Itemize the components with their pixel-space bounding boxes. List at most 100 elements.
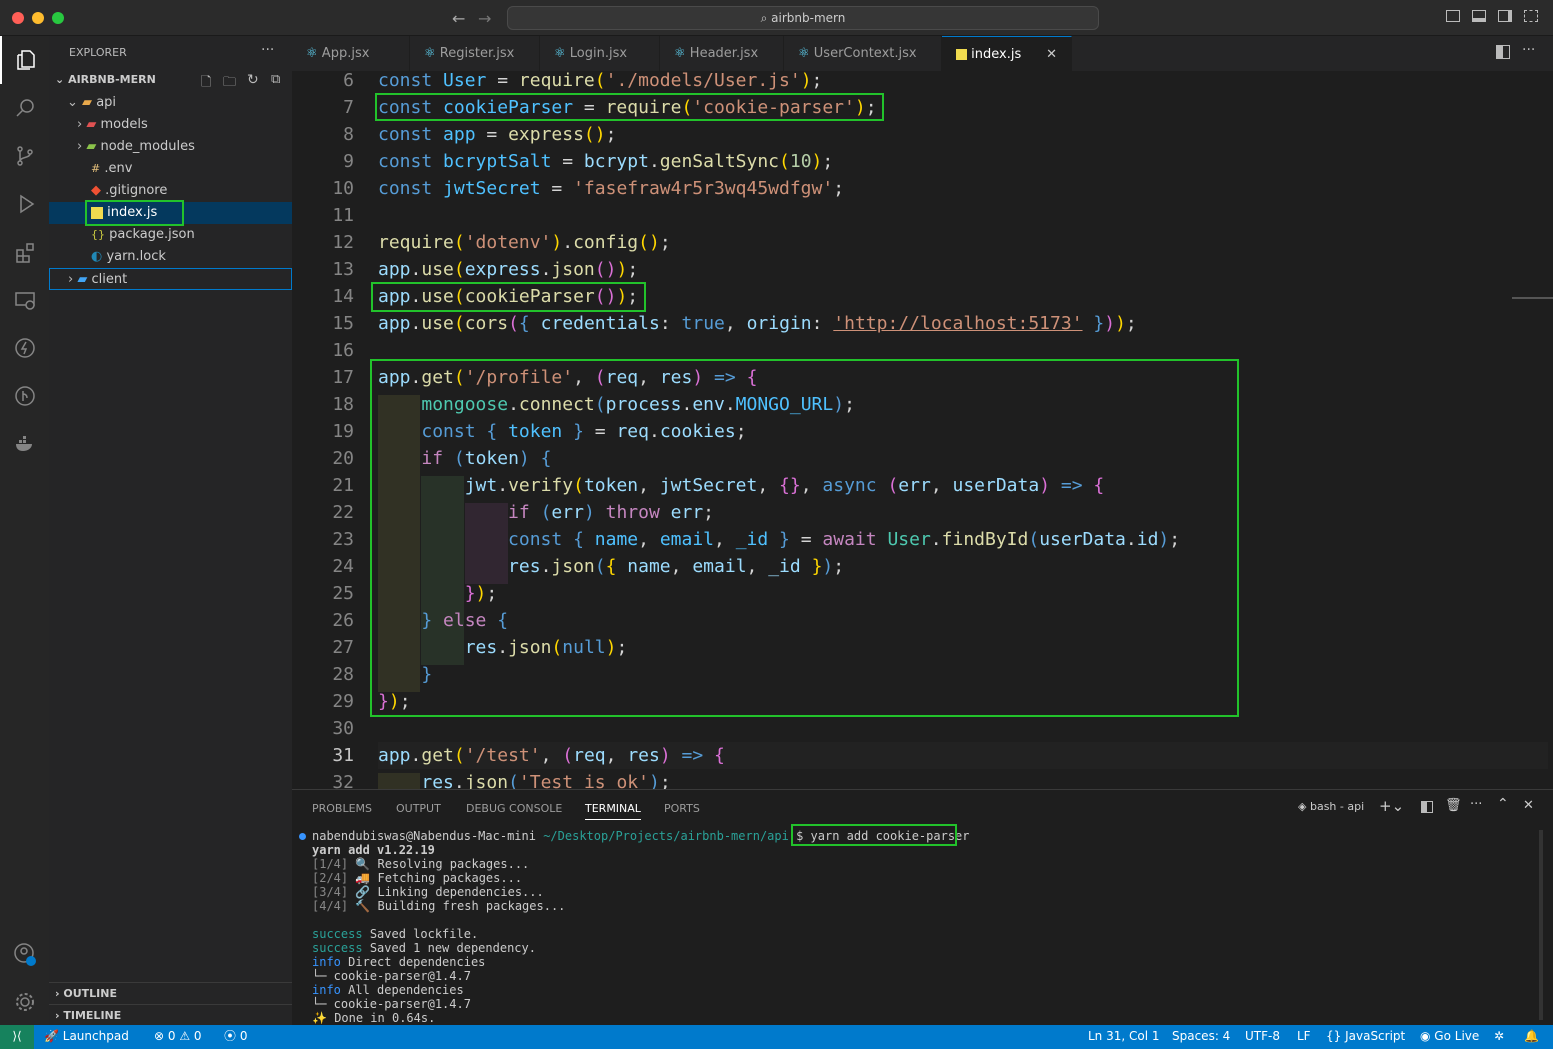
more-actions-icon[interactable]: ··· <box>261 42 274 58</box>
outline-section[interactable]: › OUTLINE <box>49 982 292 1004</box>
line-number: 21 <box>332 475 354 496</box>
minimize-window-button[interactable] <box>32 12 44 24</box>
code-line: const User = require('./models/User.js')… <box>378 71 823 91</box>
tab-usercontext-jsx[interactable]: ⚛ UserContext.jsx <box>784 36 942 71</box>
language-mode[interactable]: {} JavaScript <box>1326 1025 1405 1047</box>
copilot-icon[interactable]: ✲ <box>1494 1025 1504 1047</box>
code-line: const { token } = req.cookies; <box>421 421 747 442</box>
terminal-selector[interactable]: ◈ bash - api <box>1298 800 1364 813</box>
js-file-icon <box>91 206 103 219</box>
code-editor[interactable]: 6 7 8 9 10 11 12 13 14 15 16 17 18 19 20 21 22 23 24 25 26 27… <box>292 71 1553 789</box>
file-index-js[interactable]: index.js <box>49 202 292 224</box>
remote-indicator-icon[interactable]: ⟩⟨ <box>0 1025 34 1049</box>
line-number: 15 <box>332 313 354 334</box>
timeline-section[interactable]: › TIMELINE <box>49 1004 292 1026</box>
close-panel-icon[interactable]: ✕ <box>1523 798 1534 813</box>
tree-label: .gitignore <box>105 183 168 198</box>
tree-label: node_modules <box>100 139 195 154</box>
terminal-scrollbar[interactable] <box>1539 830 1543 1020</box>
code-line-current: app.get('/test', (req, res) => { <box>378 742 1548 769</box>
code-line: const cookieParser = require('cookie-par… <box>378 97 877 118</box>
ports-indicator[interactable]: ⦿ 0 <box>224 1025 247 1047</box>
tab-header-jsx[interactable]: ⚛ Header.jsx <box>660 36 784 71</box>
step-text: Fetching packages... <box>377 871 523 885</box>
customize-layout-icon[interactable] <box>1524 10 1538 22</box>
run-debug-icon[interactable] <box>0 180 49 228</box>
trash-icon[interactable]: 🗑 <box>1445 798 1462 813</box>
file-package-json[interactable]: {} package.json <box>49 224 292 246</box>
tab-login-jsx[interactable]: ⚛ Login.jsx <box>540 36 660 71</box>
more-actions-icon[interactable]: ··· <box>1522 42 1535 58</box>
maximize-panel-icon[interactable]: ⌃ <box>1497 796 1509 812</box>
toggle-secondary-sidebar-icon[interactable] <box>1498 10 1512 22</box>
back-arrow-icon[interactable]: ← <box>452 9 465 28</box>
tab-app-jsx[interactable]: ⚛ App.jsx <box>292 36 410 71</box>
line-text: Done in 0.64s. <box>334 1011 436 1025</box>
ports-count: 0 <box>239 1029 248 1043</box>
extensions-icon[interactable] <box>0 228 49 276</box>
collapse-all-icon[interactable]: ⧉ <box>271 72 280 87</box>
thunder-client-icon[interactable] <box>0 324 49 372</box>
panel-tab-ports[interactable]: PORTS <box>664 802 700 815</box>
search-icon[interactable] <box>0 84 49 132</box>
docker-icon[interactable] <box>0 420 49 468</box>
tab-index-js[interactable]: index.js ✕ <box>942 36 1072 71</box>
line-number: 26 <box>332 610 354 631</box>
settings-gear-icon[interactable] <box>0 978 49 1026</box>
toggle-sidebar-icon[interactable] <box>1446 10 1460 22</box>
line-number: 18 <box>332 394 354 415</box>
split-terminal-icon[interactable] <box>1421 801 1433 813</box>
close-window-button[interactable] <box>12 12 24 24</box>
folder-api[interactable]: ⌄ ▰ api <box>49 92 292 114</box>
problems-indicator[interactable]: ⊗ 0 ⚠ 0 <box>154 1025 202 1047</box>
folder-node-modules[interactable]: › ▰ node_modules <box>49 136 292 158</box>
terminal-line: [4/4] 🔨 Building fresh packages... <box>312 899 565 913</box>
tab-register-jsx[interactable]: ⚛ Register.jsx <box>410 36 540 71</box>
end-of-line[interactable]: LF <box>1297 1025 1311 1047</box>
command-center-search[interactable]: ⌕ airbnb-mern <box>507 6 1099 30</box>
broadcast-icon: ◉ <box>1420 1029 1435 1043</box>
go-live-button[interactable]: ◉ Go Live <box>1420 1025 1479 1047</box>
file-gitignore[interactable]: ◆ .gitignore <box>49 180 292 202</box>
more-actions-icon[interactable]: ··· <box>1470 797 1482 812</box>
panel-tab-terminal[interactable]: TERMINAL <box>585 802 641 820</box>
env-file-icon: # <box>91 162 101 175</box>
code-line: app.use(express.json()); <box>378 259 639 280</box>
panel-tab-output[interactable]: OUTPUT <box>396 802 441 815</box>
line-number: 23 <box>332 529 354 550</box>
source-control-icon[interactable] <box>0 132 49 180</box>
cursor-position[interactable]: Ln 31, Col 1 <box>1088 1025 1160 1047</box>
file-yarn-lock[interactable]: ◐ yarn.lock <box>49 246 292 268</box>
code-line: jwt.verify(token, jwtSecret, {}, async (… <box>464 475 1105 496</box>
close-icon[interactable]: ✕ <box>1046 37 1057 72</box>
code-line: app.use(cors({ credentials: true, origin… <box>378 313 1137 334</box>
magnifier-icon: 🔍 <box>355 857 371 871</box>
line-number: 8 <box>343 124 354 145</box>
accounts-icon[interactable] <box>0 930 49 978</box>
encoding[interactable]: UTF-8 <box>1245 1025 1280 1047</box>
editor-tabs: ⚛ App.jsx ⚛ Register.jsx ⚛ Login.jsx ⚛ H… <box>292 36 1553 71</box>
refresh-icon[interactable]: ↻ <box>247 72 259 88</box>
panel-tab-debug-console[interactable]: DEBUG CONSOLE <box>466 802 562 815</box>
forward-arrow-icon[interactable]: → <box>478 9 491 28</box>
line-number: 28 <box>332 664 354 685</box>
file-env[interactable]: # .env <box>49 158 292 180</box>
code-line: if (err) throw err; <box>508 502 715 523</box>
git-graph-icon[interactable] <box>0 372 49 420</box>
folder-client[interactable]: › ▰ client <box>49 268 292 290</box>
launchpad-button[interactable]: 🚀 Launchpad <box>44 1025 129 1047</box>
code-line: app.get('/profile', (req, res) => { <box>378 367 758 388</box>
line-number: 17 <box>332 367 354 388</box>
toggle-panel-icon[interactable] <box>1472 10 1486 22</box>
maximize-window-button[interactable] <box>52 12 64 24</box>
success-label: success <box>312 927 363 941</box>
explorer-icon[interactable] <box>0 36 49 84</box>
split-editor-icon[interactable] <box>1496 45 1510 59</box>
indentation[interactable]: Spaces: 4 <box>1172 1025 1230 1047</box>
notifications-bell-icon[interactable]: 🔔 <box>1524 1025 1539 1047</box>
code-line: const app = express(); <box>378 124 617 145</box>
remote-explorer-icon[interactable] <box>0 276 49 324</box>
folder-models[interactable]: › ▰ models <box>49 114 292 136</box>
panel-tab-problems[interactable]: PROBLEMS <box>312 802 372 815</box>
new-terminal-icon[interactable]: +⌄ <box>1379 797 1404 815</box>
